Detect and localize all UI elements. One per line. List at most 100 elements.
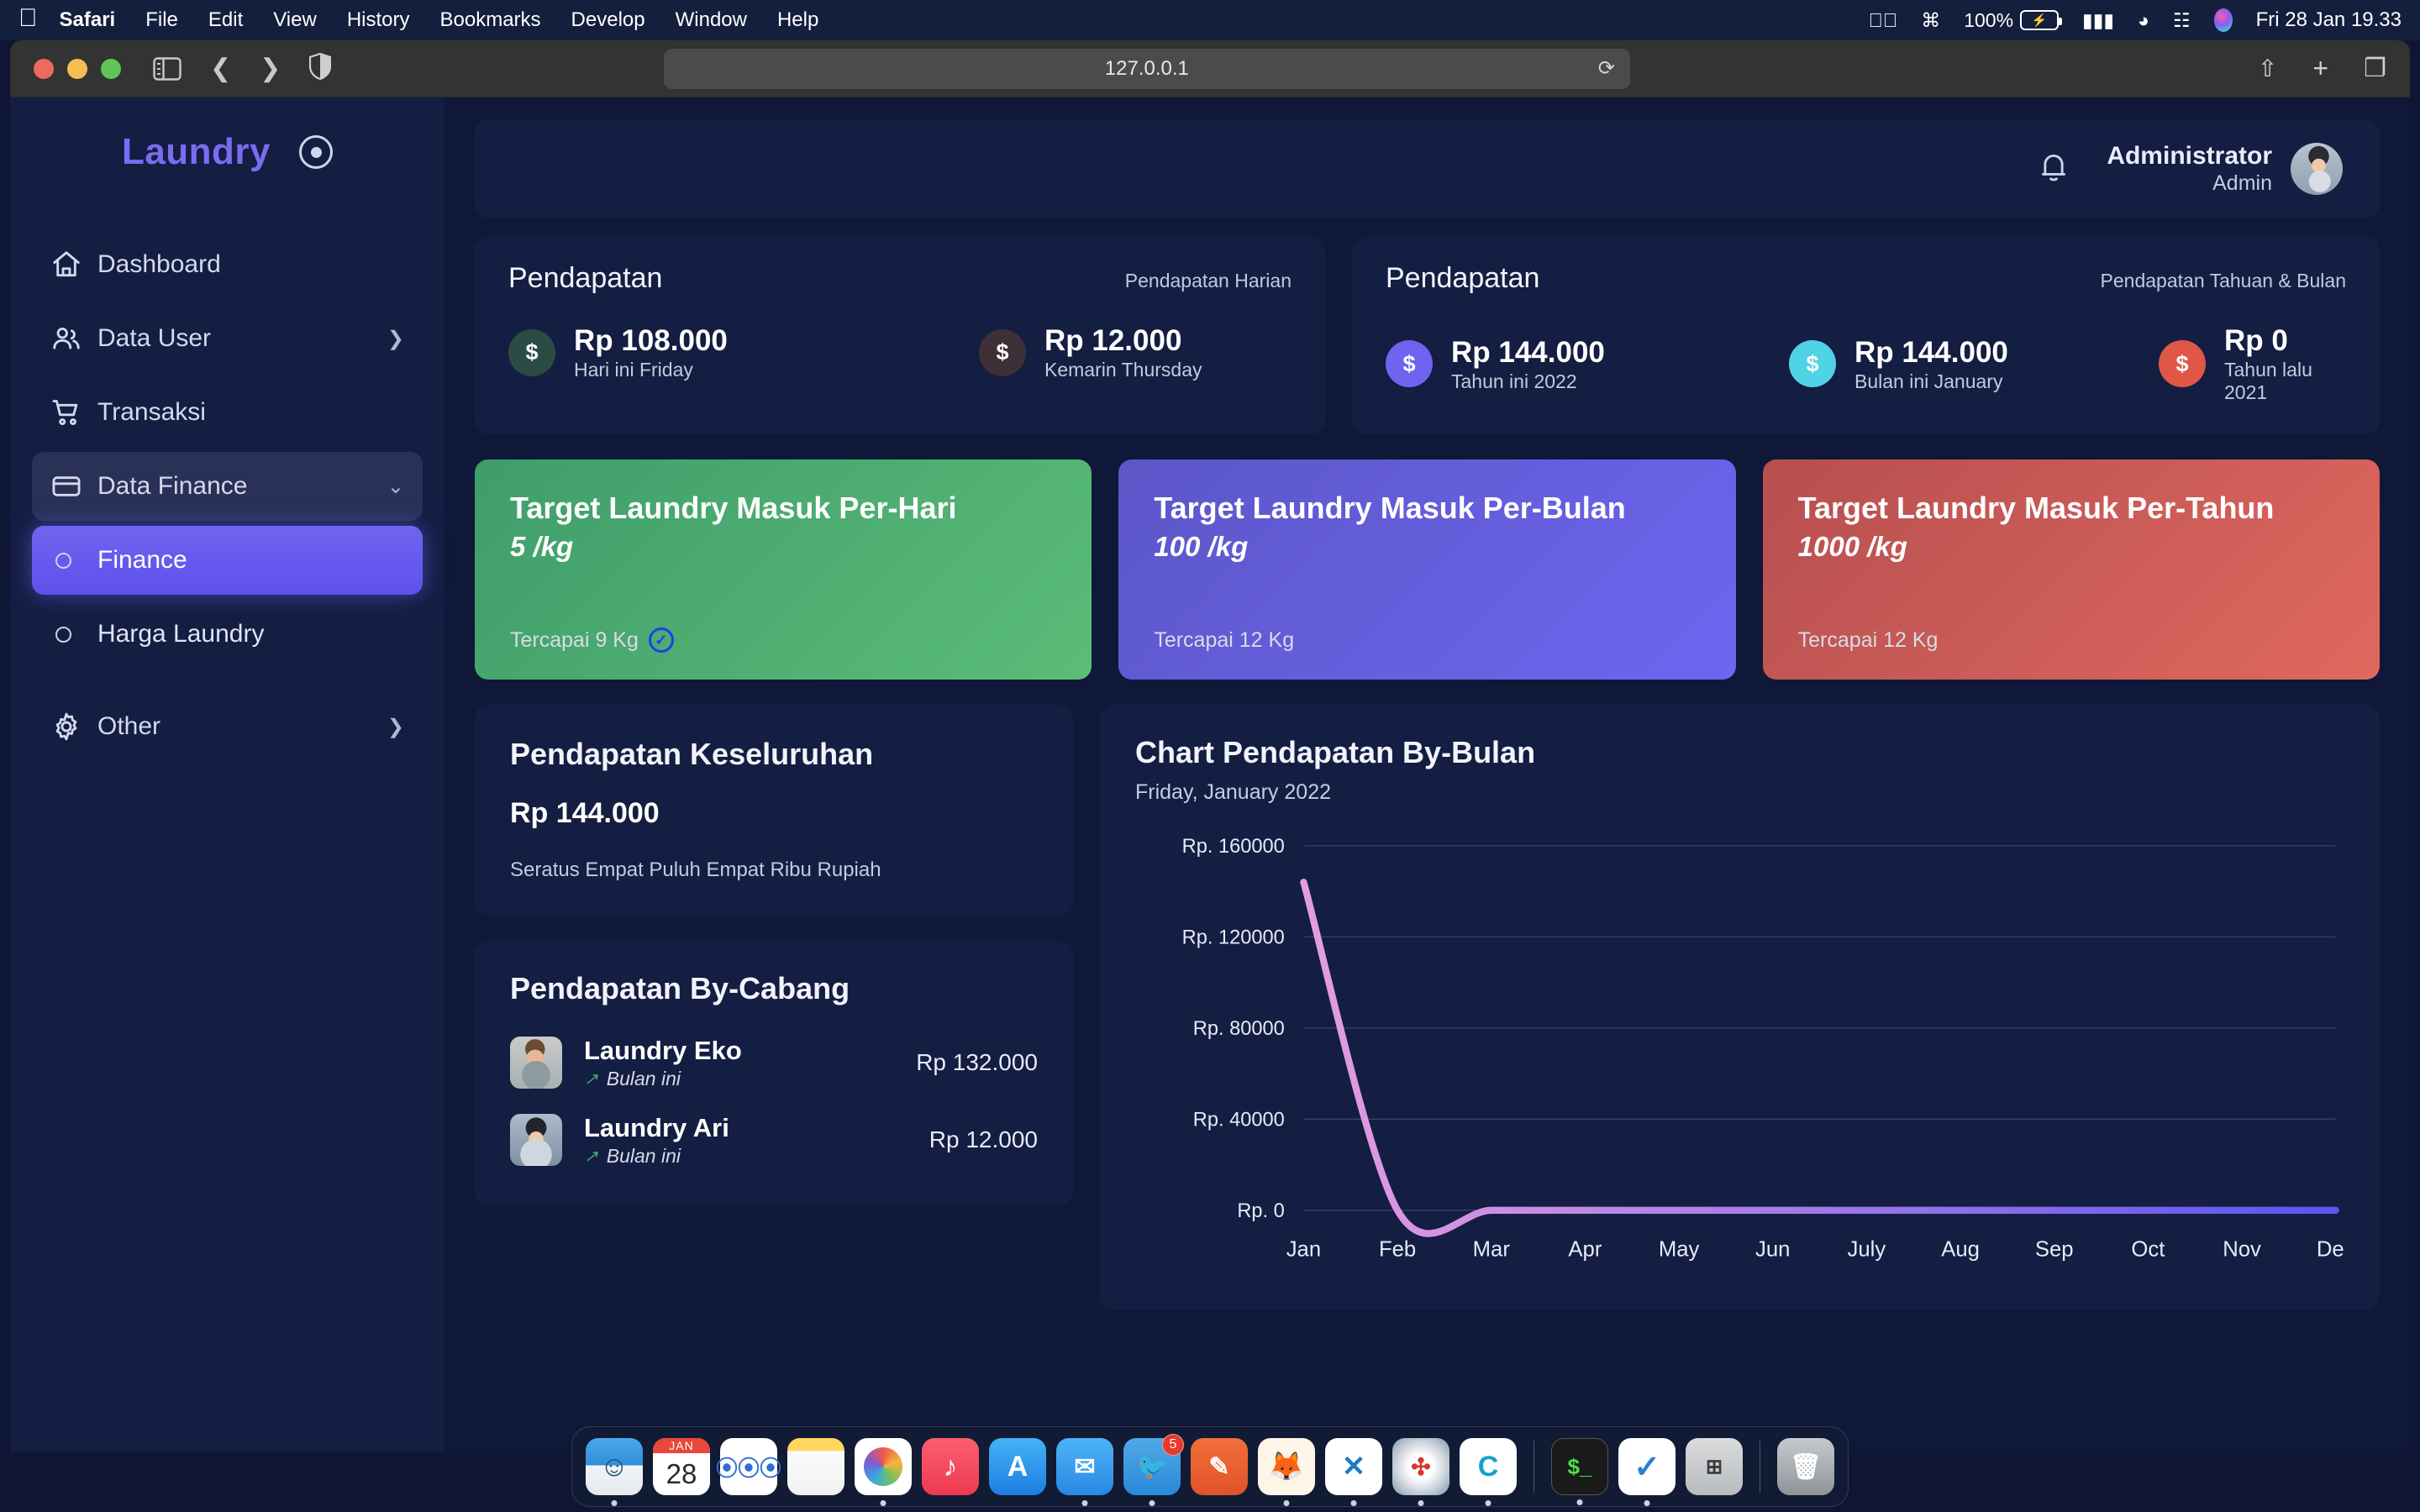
close-window-button[interactable] [34, 59, 54, 79]
revenue-by-branch-card: Pendapatan By-Cabang Laundry Eko ↗ Bulan… [475, 941, 1073, 1205]
branch-avatar [510, 1037, 562, 1089]
dollar-icon: $ [1789, 340, 1836, 387]
chevron-right-icon: ❯ [387, 715, 404, 739]
sidebar-item-transaksi[interactable]: Transaksi [32, 378, 423, 447]
minimize-window-button[interactable] [67, 59, 87, 79]
dock-item-sketch[interactable]: ✎ [1191, 1438, 1248, 1495]
dock-item-todo[interactable]: ✓ [1618, 1438, 1676, 1495]
target-value: 100 /kg [1154, 531, 1700, 563]
maximize-window-button[interactable] [101, 59, 121, 79]
sidebar-item-finance[interactable]: Finance [32, 526, 423, 595]
toolbar-right-actions: ⇧ + ❐ [2258, 53, 2386, 84]
back-button[interactable]: ❮ [210, 54, 231, 83]
battery-icon: ⚡ [2020, 10, 2059, 30]
user-info[interactable]: Administrator Admin [2107, 142, 2272, 196]
sidebar-item-other[interactable]: Other ❯ [32, 692, 423, 761]
menubar-item-window[interactable]: Window [676, 8, 747, 32]
dock-item-photos[interactable] [855, 1438, 912, 1495]
play-circle-icon[interactable]: ▶⃝ [1869, 9, 1898, 32]
dock-item-calculator[interactable]: ⊞ [1686, 1438, 1743, 1495]
list-item[interactable]: Laundry Eko ↗ Bulan ini Rp 132.000 [510, 1035, 1038, 1090]
running-indicator [1351, 1500, 1357, 1506]
wifi-icon[interactable]: ◕ [2138, 9, 2149, 32]
address-bar[interactable]: 127.0.0.1 ⟳ [664, 49, 1630, 89]
sidebar-toggle-icon[interactable] [153, 57, 182, 81]
running-indicator [1418, 1500, 1424, 1506]
dock-item-app-store[interactable]: A [989, 1438, 1046, 1495]
forward-button[interactable]: ❯ [260, 54, 281, 83]
dock-item-trash[interactable]: 🗑 [1777, 1438, 1834, 1495]
dock-item-twitter[interactable]: 🐦5 [1123, 1438, 1181, 1495]
total-revenue-card: Pendapatan Keseluruhan Rp 144.000 Seratu… [475, 705, 1073, 916]
dock-item-calendar[interactable]: JAN 28 [653, 1438, 710, 1495]
menubar-item-file[interactable]: File [145, 8, 178, 32]
card-header: Pendapatan Pendapatan Harian [508, 262, 1292, 295]
eye-icon[interactable] [299, 135, 333, 169]
revenue-amount: Rp 144.000 [1451, 335, 1605, 370]
sidebar-item-data-user[interactable]: Data User ❯ [32, 304, 423, 373]
sidebar-subitem-label: Harga Laundry [97, 620, 264, 648]
app-sidebar: Laundry Dashboard Data User ❯ [10, 97, 445, 1452]
dock-item-mail[interactable]: ✉ [1056, 1438, 1113, 1495]
dock-item-music[interactable]: ♪ [922, 1438, 979, 1495]
running-indicator [1082, 1500, 1088, 1506]
target-card-monthly[interactable]: Target Laundry Masuk Per-Bulan 100 /kg T… [1118, 459, 1735, 680]
x-axis-tick-label: Mar [1473, 1237, 1511, 1261]
dock-item-finder[interactable]: ☺ [586, 1438, 643, 1495]
menubar-item-safari[interactable]: Safari [60, 8, 116, 32]
target-title: Target Laundry Masuk Per-Tahun [1798, 490, 2344, 526]
show-tabs-button[interactable]: ❐ [2364, 54, 2386, 83]
revenue-caption: Hari ini Friday [574, 359, 728, 381]
menubar-item-help[interactable]: Help [777, 8, 818, 32]
privacy-shield-icon[interactable] [309, 53, 331, 84]
card-header: Pendapatan Pendapatan Tahuan & Bulan [1386, 262, 2346, 295]
battery-status[interactable]: 100% ⚡ [1964, 9, 2059, 32]
target-card-daily[interactable]: Target Laundry Masuk Per-Hari 5 /kg Terc… [475, 459, 1092, 680]
reload-button[interactable]: ⟳ [1598, 56, 1615, 81]
dock-item-edge[interactable]: C [1460, 1438, 1517, 1495]
revenue-amount: Rp 0 [2224, 323, 2346, 359]
branch-name: Laundry Eko [584, 1035, 916, 1068]
dock-item-reminders[interactable]: ⦿⦿⦿ [720, 1438, 777, 1495]
menubar-item-develop[interactable]: Develop [571, 8, 645, 32]
screen-mirroring-icon[interactable]: ⌘ [1921, 9, 1940, 32]
new-tab-button[interactable]: + [2312, 53, 2328, 84]
sidebar-item-dashboard[interactable]: Dashboard [32, 230, 423, 299]
card-icon [50, 470, 97, 502]
x-axis-tick-label: Nov [2223, 1237, 2261, 1261]
bell-icon[interactable] [2036, 149, 2071, 190]
sidebar-item-data-finance[interactable]: Data Finance ⌄ [32, 452, 423, 521]
sidebar-item-label: Other [97, 712, 387, 741]
line-chart: Rp. 0Rp. 40000Rp. 80000Rp. 120000Rp. 160… [1135, 830, 2344, 1288]
dollar-icon: $ [1386, 340, 1433, 387]
running-indicator [1150, 1500, 1155, 1506]
menubar-item-bookmarks[interactable]: Bookmarks [440, 8, 541, 32]
list-item[interactable]: Laundry Ari ↗ Bulan ini Rp 12.000 [510, 1112, 1038, 1168]
card-subtitle: Pendapatan Tahuan & Bulan [2101, 270, 2346, 292]
safari-window: ❮ ❯ 127.0.0.1 ⟳ ⇧ + ❐ Laundry [10, 40, 2410, 1452]
chart-title: Chart Pendapatan By-Bulan [1135, 735, 2344, 770]
menubar-item-view[interactable]: View [273, 8, 317, 32]
share-button[interactable]: ⇧ [2258, 55, 2277, 82]
dock-item-terminal[interactable]: $_ [1551, 1438, 1608, 1495]
sidebar-item-harga-laundry[interactable]: Harga Laundry [32, 600, 423, 669]
keyboard-icon[interactable]: ▮▮▮ [2082, 9, 2114, 32]
dock-item-safari[interactable]: ✣ [1392, 1438, 1449, 1495]
menubar-item-edit[interactable]: Edit [208, 8, 243, 32]
target-card-yearly[interactable]: Target Laundry Masuk Per-Tahun 1000 /kg … [1763, 459, 2380, 680]
dock-item-notes[interactable] [787, 1438, 844, 1495]
menubar-item-history[interactable]: History [347, 8, 410, 32]
siri-icon[interactable] [2214, 8, 2233, 32]
dock-item-vscode[interactable]: ✕ [1325, 1438, 1382, 1495]
chevron-down-icon: ⌄ [387, 475, 404, 499]
main-content: Administrator Admin Pendapatan Pendapata… [445, 97, 2410, 1452]
dock-item-firefox[interactable]: 🦊 [1258, 1438, 1315, 1495]
avatar[interactable] [2291, 143, 2343, 195]
window-controls[interactable] [34, 59, 121, 79]
branch-amount: Rp 12.000 [929, 1126, 1038, 1153]
control-center-icon[interactable]: ☷ [2173, 9, 2191, 32]
apple-menu-icon[interactable]:  [18, 6, 38, 31]
menubar-clock[interactable]: Fri 28 Jan 19.33 [2256, 8, 2402, 32]
x-axis-tick-label: Oct [2131, 1237, 2165, 1261]
revenue-amount: Rp 108.000 [574, 323, 728, 359]
